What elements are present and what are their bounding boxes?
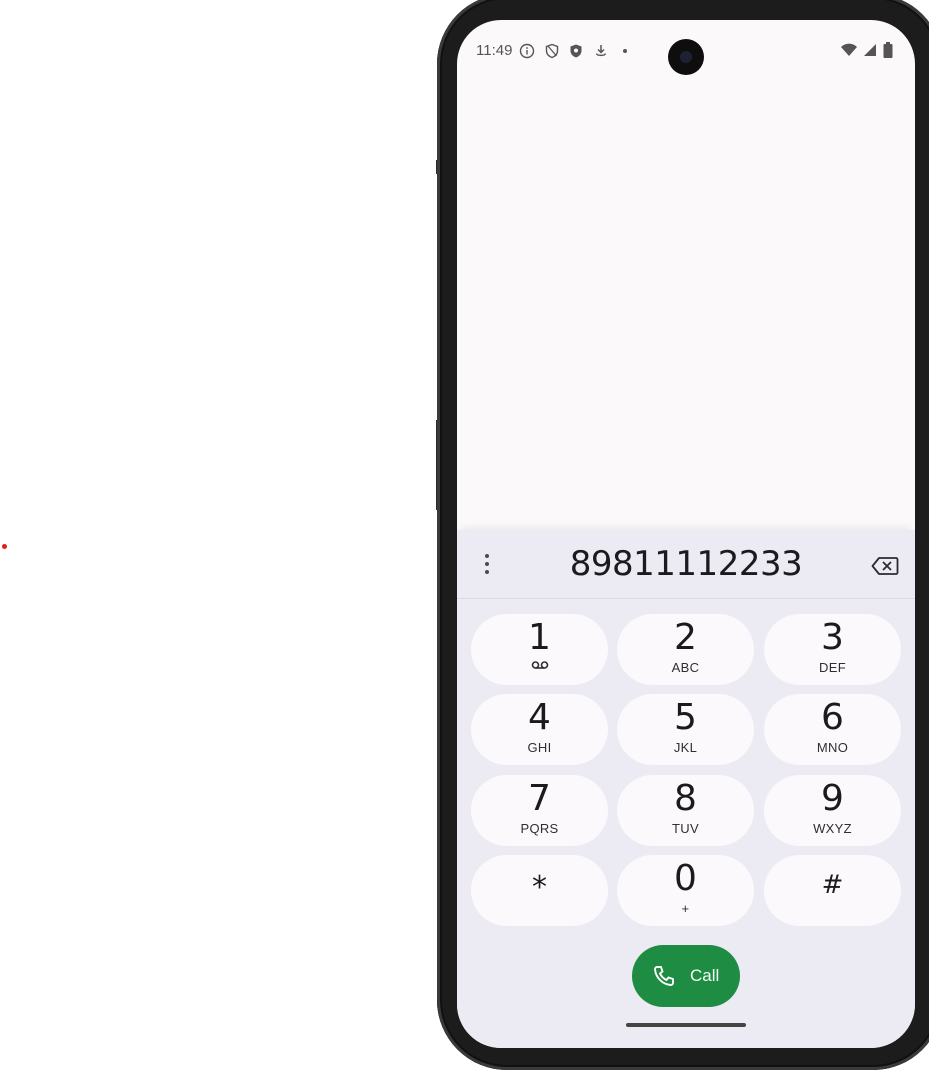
dialed-number[interactable]: 89811112233	[517, 544, 855, 584]
key-7[interactable]: 7 PQRS	[471, 775, 608, 846]
dialpad-panel: 89811112233 1 2 ABC 3 DEF 4 GHI 5 JKL 6 …	[457, 530, 915, 1048]
download-icon	[595, 45, 607, 57]
key-star[interactable]: *	[471, 855, 608, 926]
key-2[interactable]: 2 ABC	[617, 614, 754, 685]
number-display-row: 89811112233	[457, 530, 915, 599]
key-3[interactable]: 3 DEF	[764, 614, 901, 685]
info-icon	[519, 43, 535, 59]
shield-filled-icon	[570, 44, 582, 58]
key-6[interactable]: 6 MNO	[764, 694, 901, 765]
touch-indicator-dot	[2, 544, 7, 549]
backspace-icon[interactable]	[871, 556, 899, 576]
key-8[interactable]: 8 TUV	[617, 775, 754, 846]
key-4[interactable]: 4 GHI	[471, 694, 608, 765]
dot-icon	[623, 49, 627, 53]
key-5[interactable]: 5 JKL	[617, 694, 754, 765]
phone-screen: 11:49 89811112233 1 2 ABC 3 DEF 4 GHI 5 …	[457, 20, 915, 1048]
home-gesture-bar[interactable]	[626, 1023, 746, 1027]
key-1[interactable]: 1	[471, 614, 608, 685]
key-9[interactable]: 9 WXYZ	[764, 775, 901, 846]
call-button[interactable]: Call	[632, 945, 740, 1007]
wifi-icon	[841, 43, 857, 56]
key-hash[interactable]: #	[764, 855, 901, 926]
shield-outline-icon	[545, 43, 559, 59]
battery-icon	[883, 42, 893, 58]
key-0[interactable]: 0 +	[617, 855, 754, 926]
more-vertical-icon[interactable]	[479, 554, 495, 578]
phone-icon	[654, 966, 674, 986]
status-time: 11:49	[476, 42, 513, 59]
cellular-signal-icon	[864, 44, 876, 56]
voicemail-icon	[531, 661, 548, 669]
call-button-label: Call	[690, 966, 720, 985]
status-bar: 11:49	[457, 20, 915, 82]
front-camera	[668, 39, 704, 75]
